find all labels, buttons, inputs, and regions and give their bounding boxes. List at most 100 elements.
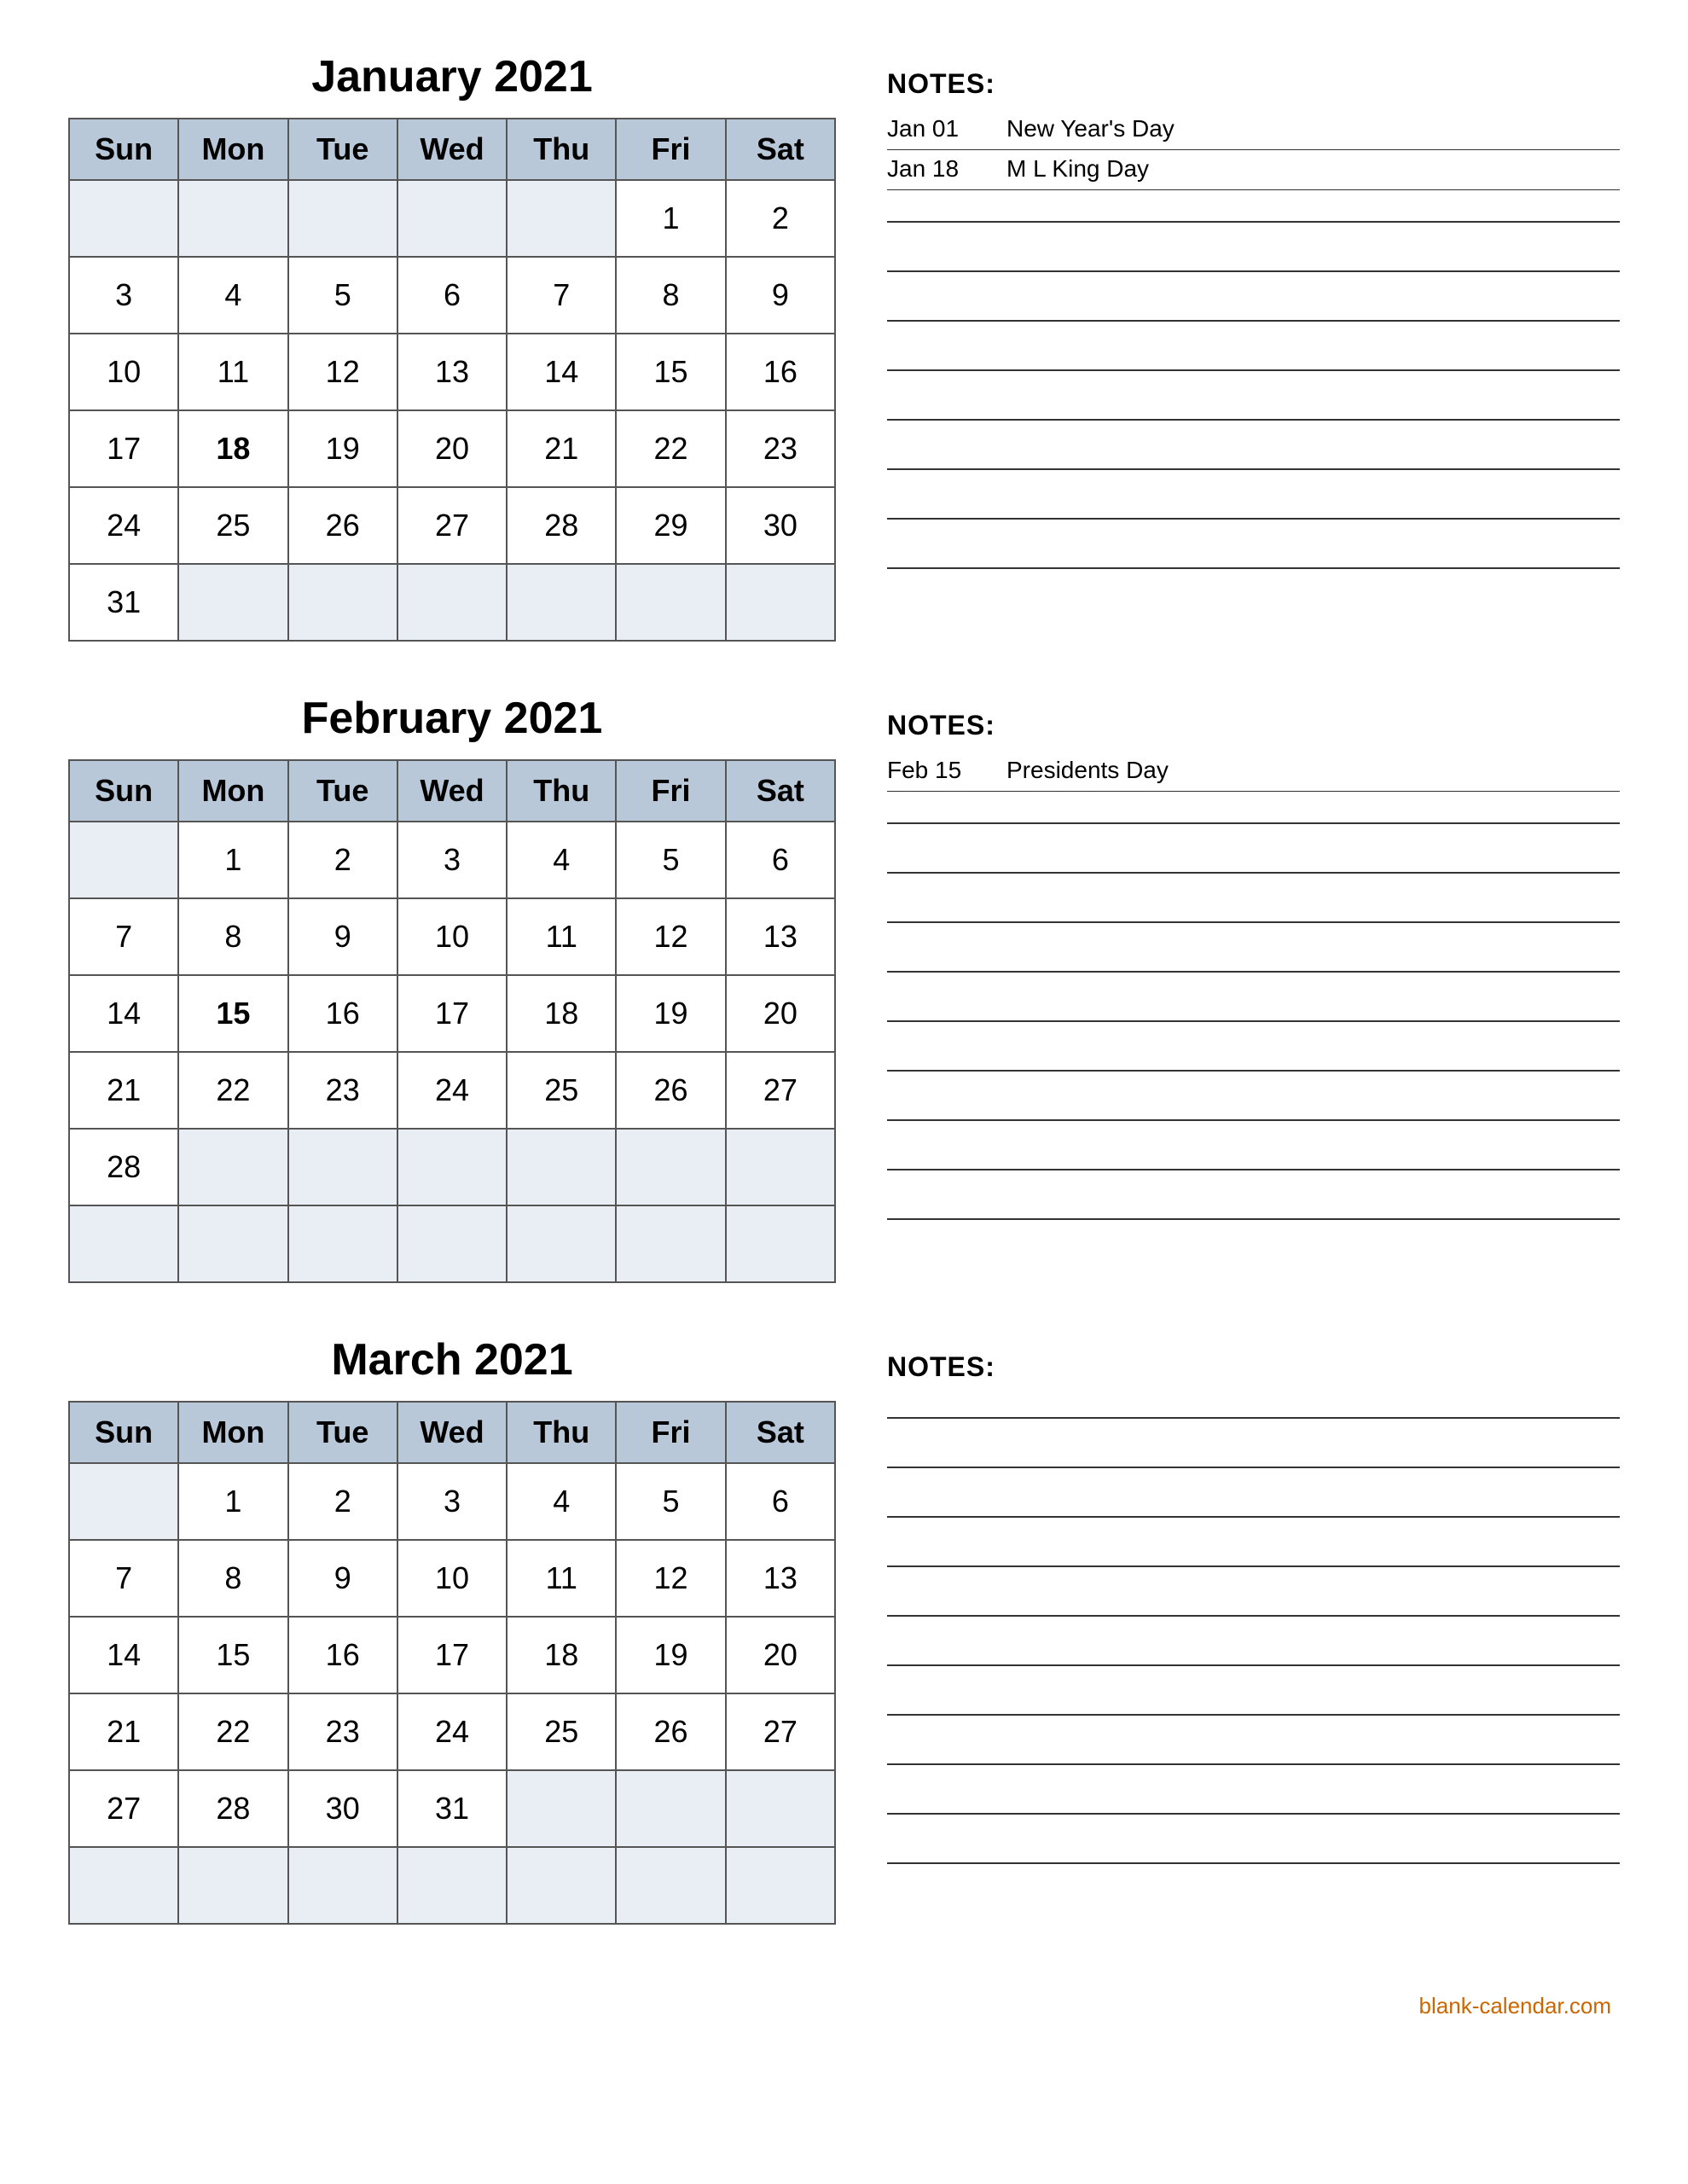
holiday-name-0-1: M L King Day [1006,155,1620,183]
day-cell-2-4-2: 30 [288,1770,397,1847]
day-cell-2-1-0: 7 [69,1540,178,1617]
day-cell-2-4-4 [507,1770,616,1847]
day-cell-2-4-3: 31 [397,1770,507,1847]
col-header-Fri: Fri [616,1402,725,1463]
day-cell-2-0-5: 5 [616,1463,725,1540]
day-cell-2-0-3: 3 [397,1463,507,1540]
day-cell-2-0-6: 6 [726,1463,835,1540]
day-cell-2-5-5 [616,1847,725,1924]
day-cell-2-1-1: 8 [178,1540,287,1617]
day-cell-0-5-6 [726,564,835,641]
day-cell-2-3-6: 27 [726,1693,835,1770]
notes-line-0-2 [887,296,1620,322]
col-header-Wed: Wed [397,1402,507,1463]
day-cell-1-3-1: 22 [178,1052,287,1129]
day-cell-2-4-5 [616,1770,725,1847]
col-header-Thu: Thu [507,1402,616,1463]
day-cell-2-2-6: 20 [726,1617,835,1693]
notes-line-0-5 [887,444,1620,470]
day-cell-1-4-1 [178,1129,287,1205]
day-cell-0-2-4: 14 [507,334,616,410]
cal-table-2: SunMonTueWedThuFriSat1234567891011121314… [68,1401,836,1925]
day-cell-1-5-5 [616,1205,725,1282]
day-cell-0-5-0: 31 [69,564,178,641]
notes-line-1-8 [887,1194,1620,1220]
day-cell-0-1-3: 6 [397,257,507,334]
day-cell-2-5-2 [288,1847,397,1924]
notes-line-0-7 [887,543,1620,569]
notes-line-1-7 [887,1145,1620,1170]
day-cell-1-4-6 [726,1129,835,1205]
col-header-Fri: Fri [616,760,725,822]
day-cell-2-5-0 [69,1847,178,1924]
col-header-Sun: Sun [69,119,178,180]
notes-label-1: NOTES: [887,710,1620,741]
notes-line-1-1 [887,848,1620,874]
day-cell-1-0-6: 6 [726,822,835,898]
day-cell-2-5-6 [726,1847,835,1924]
day-cell-2-0-1: 1 [178,1463,287,1540]
day-cell-2-3-0: 21 [69,1693,178,1770]
day-cell-2-3-5: 26 [616,1693,725,1770]
col-header-Sat: Sat [726,760,835,822]
day-cell-1-4-5 [616,1129,725,1205]
day-cell-1-0-0 [69,822,178,898]
day-cell-1-3-3: 24 [397,1052,507,1129]
day-cell-0-4-4: 28 [507,487,616,564]
col-header-Mon: Mon [178,119,287,180]
day-cell-0-1-0: 3 [69,257,178,334]
day-cell-1-5-3 [397,1205,507,1282]
notes-lines-2 [887,1393,1620,1864]
month-section-2: March 2021SunMonTueWedThuFriSat123456789… [68,1334,1620,1925]
notes-line-2-3 [887,1542,1620,1567]
col-header-Sat: Sat [726,119,835,180]
day-cell-1-1-1: 8 [178,898,287,975]
col-header-Sun: Sun [69,760,178,822]
day-cell-0-2-1: 11 [178,334,287,410]
day-cell-1-0-5: 5 [616,822,725,898]
day-cell-1-5-1 [178,1205,287,1282]
day-cell-1-0-3: 3 [397,822,507,898]
day-cell-0-3-5: 22 [616,410,725,487]
col-header-Sat: Sat [726,1402,835,1463]
day-cell-0-2-3: 13 [397,334,507,410]
day-cell-1-3-2: 23 [288,1052,397,1129]
day-cell-1-4-4 [507,1129,616,1205]
day-cell-1-5-6 [726,1205,835,1282]
day-cell-0-3-4: 21 [507,410,616,487]
holiday-entry-0-1: Jan 18 M L King Day [887,150,1620,190]
notes-lines-1 [887,799,1620,1220]
day-cell-0-0-4 [507,180,616,257]
day-cell-1-1-0: 7 [69,898,178,975]
notes-line-0-6 [887,494,1620,520]
holiday-date-0-1: Jan 18 [887,155,972,183]
col-header-Thu: Thu [507,119,616,180]
day-cell-0-1-1: 4 [178,257,287,334]
footer: blank-calendar.com [68,1993,1620,2019]
day-cell-2-4-0: 27 [69,1770,178,1847]
day-cell-2-1-5: 12 [616,1540,725,1617]
cal-table-1: SunMonTueWedThuFriSat1234567891011121314… [68,759,836,1283]
day-cell-1-2-6: 20 [726,975,835,1052]
col-header-Wed: Wed [397,119,507,180]
day-cell-2-1-6: 13 [726,1540,835,1617]
day-cell-1-3-0: 21 [69,1052,178,1129]
day-cell-0-2-6: 16 [726,334,835,410]
calendar-side-0: January 2021SunMonTueWedThuFriSat1234567… [68,51,836,642]
day-cell-2-2-1: 15 [178,1617,287,1693]
day-cell-2-0-4: 4 [507,1463,616,1540]
day-cell-1-3-4: 25 [507,1052,616,1129]
day-cell-0-2-2: 12 [288,334,397,410]
day-cell-0-5-3 [397,564,507,641]
col-header-Tue: Tue [288,1402,397,1463]
day-cell-0-1-4: 7 [507,257,616,334]
month-section-0: January 2021SunMonTueWedThuFriSat1234567… [68,51,1620,642]
day-cell-0-0-2 [288,180,397,257]
day-cell-1-2-0: 14 [69,975,178,1052]
day-cell-0-4-1: 25 [178,487,287,564]
day-cell-1-1-3: 10 [397,898,507,975]
notes-line-2-7 [887,1740,1620,1765]
day-cell-1-1-4: 11 [507,898,616,975]
day-cell-2-1-2: 9 [288,1540,397,1617]
day-cell-2-1-4: 11 [507,1540,616,1617]
